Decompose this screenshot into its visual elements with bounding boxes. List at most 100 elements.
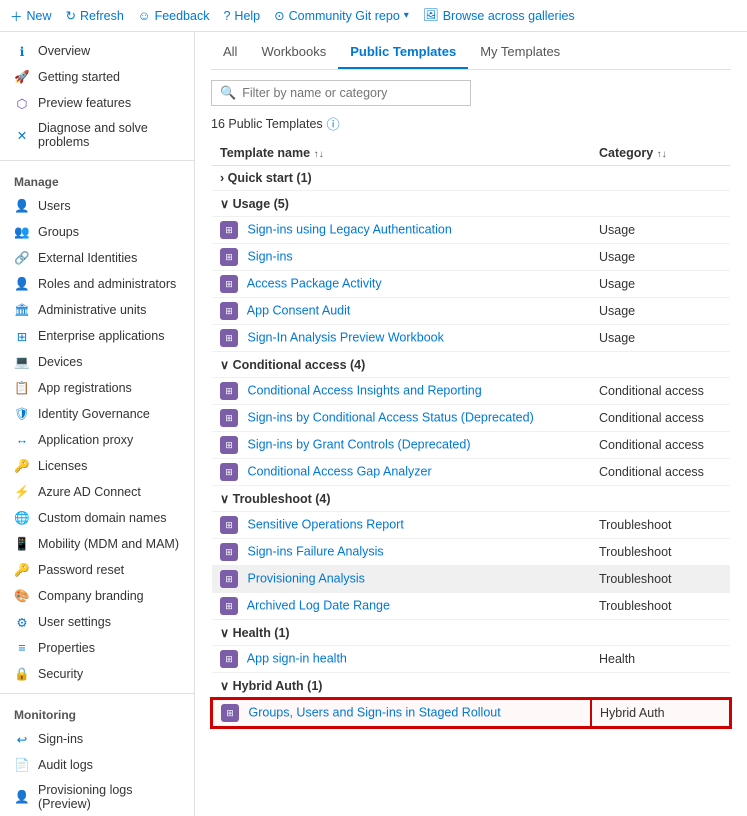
enterprise-apps-icon: ⊞ [14, 328, 30, 344]
template-link-archived-log[interactable]: Archived Log Date Range [247, 598, 390, 612]
sidebar-item-properties[interactable]: ≡ Properties [0, 635, 194, 661]
template-table: Template name ↑↓ Category ↑↓ › Quick sta… [211, 141, 731, 728]
refresh-button[interactable]: ↻ Refresh [66, 8, 124, 23]
sidebar-item-sign-ins[interactable]: ↩ Sign-ins [0, 726, 194, 752]
group-troubleshoot[interactable]: ∨ Troubleshoot (4) [212, 486, 730, 512]
sidebar: ℹ Overview 🚀 Getting started ⬡ Preview f… [0, 32, 195, 816]
roles-icon: 👤 [14, 276, 30, 292]
sidebar-item-audit-logs[interactable]: 📄 Audit logs [0, 752, 194, 778]
tab-my-templates[interactable]: My Templates [468, 36, 572, 69]
monitoring-section-label: Monitoring [0, 700, 194, 726]
github-icon: ⊙ [274, 8, 284, 23]
template-link-ca-gap[interactable]: Conditional Access Gap Analyzer [247, 464, 431, 478]
col-template-name[interactable]: Template name ↑↓ [212, 141, 591, 166]
search-icon: 🔍 [220, 85, 236, 101]
group-toggle-hybrid-auth[interactable]: ∨ Hybrid Auth (1) [220, 679, 322, 693]
template-link-sign-ins-failure[interactable]: Sign-ins Failure Analysis [247, 544, 383, 558]
sidebar-item-user-settings[interactable]: ⚙ User settings [0, 609, 194, 635]
table-row: ⊞ Sign-ins by Grant Controls (Deprecated… [212, 432, 730, 459]
template-icon: ⊞ [220, 221, 238, 239]
audit-logs-icon: 📄 [14, 757, 30, 773]
template-link-ca-insights[interactable]: Conditional Access Insights and Reportin… [247, 383, 481, 397]
sidebar-item-preview-features[interactable]: ⬡ Preview features [0, 90, 194, 116]
template-link-ca-grant[interactable]: Sign-ins by Grant Controls (Deprecated) [247, 437, 470, 451]
tab-all[interactable]: All [211, 36, 249, 69]
browse-button[interactable]: 🖼 Browse across galleries [423, 8, 575, 23]
template-link-groups-users-sign-ins[interactable]: Groups, Users and Sign-ins in Staged Rol… [248, 705, 500, 719]
content-area: All Workbooks Public Templates My Templa… [195, 32, 747, 816]
info-icon: ℹ [14, 43, 30, 59]
template-icon: ⊞ [220, 275, 238, 293]
table-row: ⊞ Sign-ins by Conditional Access Status … [212, 405, 730, 432]
sidebar-item-app-registrations[interactable]: 📋 App registrations [0, 375, 194, 401]
group-hybrid-auth[interactable]: ∨ Hybrid Auth (1) [212, 673, 730, 700]
group-usage[interactable]: ∨ Usage (5) [212, 191, 730, 217]
group-toggle-conditional-access[interactable]: ∨ Conditional access (4) [220, 358, 365, 372]
group-health[interactable]: ∨ Health (1) [212, 620, 730, 646]
template-link-app-sign-in-health[interactable]: App sign-in health [247, 651, 347, 665]
devices-icon: 💻 [14, 354, 30, 370]
template-icon: ⊞ [220, 570, 238, 588]
community-button[interactable]: ⊙ Community Git repo ▾ [274, 8, 409, 23]
feedback-button[interactable]: ☺ Feedback [138, 9, 210, 23]
template-link-provisioning-analysis[interactable]: Provisioning Analysis [247, 571, 364, 585]
sidebar-item-mobility[interactable]: 📱 Mobility (MDM and MAM) [0, 531, 194, 557]
sidebar-item-identity-governance[interactable]: 🛡 Identity Governance [0, 401, 194, 427]
col-category[interactable]: Category ↑↓ [591, 141, 730, 166]
template-icon: ⊞ [220, 409, 238, 427]
sidebar-item-groups[interactable]: 👥 Groups [0, 219, 194, 245]
sidebar-item-users[interactable]: 👤 Users [0, 193, 194, 219]
sidebar-item-provisioning-logs[interactable]: 👤 Provisioning logs (Preview) [0, 778, 194, 816]
sidebar-item-licenses[interactable]: 🔑 Licenses [0, 453, 194, 479]
chevron-down-icon: ▾ [404, 10, 409, 21]
template-icon: ⊞ [220, 329, 238, 347]
filter-bar[interactable]: 🔍 [211, 80, 471, 106]
template-link-access-package[interactable]: Access Package Activity [247, 276, 382, 290]
group-quick-start[interactable]: › Quick start (1) [212, 166, 730, 191]
sidebar-item-custom-domains[interactable]: 🌐 Custom domain names [0, 505, 194, 531]
wrench-icon: ✕ [14, 127, 30, 143]
template-icon: ⊞ [220, 516, 238, 534]
security-icon: 🔒 [14, 666, 30, 682]
sidebar-item-branding[interactable]: 🎨 Company branding [0, 583, 194, 609]
template-link-sign-ins[interactable]: Sign-ins [247, 249, 292, 263]
filter-input[interactable] [242, 86, 462, 100]
template-icon: ⊞ [220, 597, 238, 615]
sidebar-item-roles[interactable]: 👤 Roles and administrators [0, 271, 194, 297]
sidebar-item-overview[interactable]: ℹ Overview [0, 38, 194, 64]
template-link-legacy-auth[interactable]: Sign-ins using Legacy Authentication [247, 222, 451, 236]
main-layout: ℹ Overview 🚀 Getting started ⬡ Preview f… [0, 32, 747, 816]
sidebar-item-enterprise-apps[interactable]: ⊞ Enterprise applications [0, 323, 194, 349]
help-icon: ? [223, 9, 230, 23]
sidebar-item-security[interactable]: 🔒 Security [0, 661, 194, 687]
template-link-ca-status[interactable]: Sign-ins by Conditional Access Status (D… [247, 410, 533, 424]
group-conditional-access[interactable]: ∨ Conditional access (4) [212, 352, 730, 378]
tab-workbooks[interactable]: Workbooks [249, 36, 338, 69]
table-row: ⊞ Provisioning Analysis Troubleshoot [212, 566, 730, 593]
password-reset-icon: 🔑 [14, 562, 30, 578]
table-row: ⊞ Sign-ins Usage [212, 244, 730, 271]
group-toggle-usage[interactable]: ∨ Usage (5) [220, 197, 289, 211]
sidebar-item-app-proxy[interactable]: ↔ Application proxy [0, 427, 194, 453]
help-button[interactable]: ? Help [223, 9, 260, 23]
tab-public-templates[interactable]: Public Templates [338, 36, 468, 69]
template-icon: ⊞ [220, 543, 238, 561]
sidebar-item-password-reset[interactable]: 🔑 Password reset [0, 557, 194, 583]
external-identities-icon: 🔗 [14, 250, 30, 266]
group-toggle-troubleshoot[interactable]: ∨ Troubleshoot (4) [220, 492, 331, 506]
template-link-app-consent[interactable]: App Consent Audit [247, 303, 351, 317]
sidebar-item-diagnose[interactable]: ✕ Diagnose and solve problems [0, 116, 194, 154]
group-toggle-health[interactable]: ∨ Health (1) [220, 626, 290, 640]
browse-icon: 🖼 [423, 8, 439, 23]
sidebar-item-devices[interactable]: 💻 Devices [0, 349, 194, 375]
sidebar-item-getting-started[interactable]: 🚀 Getting started [0, 64, 194, 90]
domain-icon: 🌐 [14, 510, 30, 526]
sidebar-item-admin-units[interactable]: 🏛 Administrative units [0, 297, 194, 323]
sidebar-item-azure-ad-connect[interactable]: ⚡ Azure AD Connect [0, 479, 194, 505]
new-button[interactable]: ＋ New [10, 6, 52, 25]
group-toggle-quick-start[interactable]: › Quick start (1) [220, 171, 312, 185]
template-link-sensitive-ops[interactable]: Sensitive Operations Report [247, 517, 403, 531]
template-link-sign-in-analysis[interactable]: Sign-In Analysis Preview Workbook [247, 330, 443, 344]
sidebar-item-external-identities[interactable]: 🔗 External Identities [0, 245, 194, 271]
template-icon: ⊞ [220, 650, 238, 668]
